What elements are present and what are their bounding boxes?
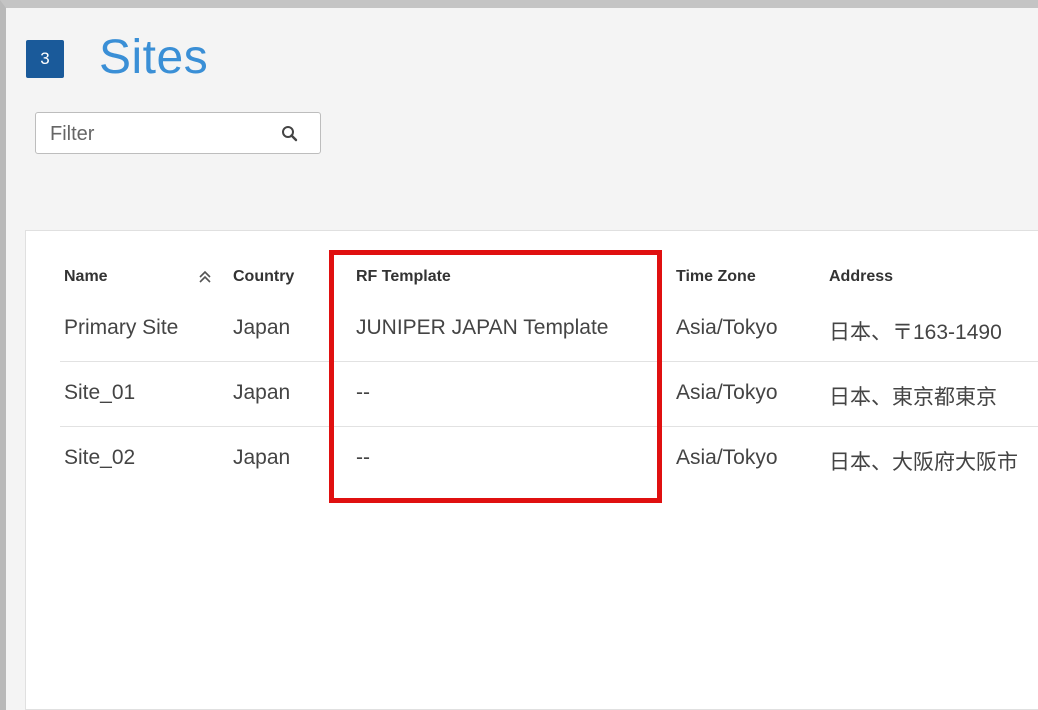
page-title: Sites xyxy=(99,31,209,84)
site-count-badge: 3 xyxy=(26,40,64,78)
filter-input[interactable] xyxy=(48,121,272,147)
cell-name: Site_02 xyxy=(64,446,136,469)
sort-ascending-icon[interactable] xyxy=(196,268,214,286)
column-header-address[interactable]: Address xyxy=(829,268,893,286)
cell-time-zone: Asia/Tokyo xyxy=(676,381,778,404)
cell-address: 日本、大阪府大阪市 xyxy=(829,451,1018,474)
column-header-name[interactable]: Name xyxy=(64,268,108,286)
filter-field[interactable] xyxy=(35,112,321,154)
cell-country: Japan xyxy=(233,316,291,339)
cell-address: 日本、東京都東京 xyxy=(829,386,997,409)
column-header-time-zone[interactable]: Time Zone xyxy=(676,268,756,286)
cell-address: 日本、〒163-1490 xyxy=(829,321,1002,344)
cell-country: Japan xyxy=(233,446,291,469)
cell-name: Site_01 xyxy=(64,381,136,404)
cell-time-zone: Asia/Tokyo xyxy=(676,316,778,339)
cell-name: Primary Site xyxy=(64,316,179,339)
search-icon[interactable] xyxy=(280,124,300,144)
cell-country: Japan xyxy=(233,381,291,404)
cell-time-zone: Asia/Tokyo xyxy=(676,446,778,469)
rf-template-highlight-box xyxy=(329,250,662,503)
column-header-country[interactable]: Country xyxy=(233,268,294,286)
